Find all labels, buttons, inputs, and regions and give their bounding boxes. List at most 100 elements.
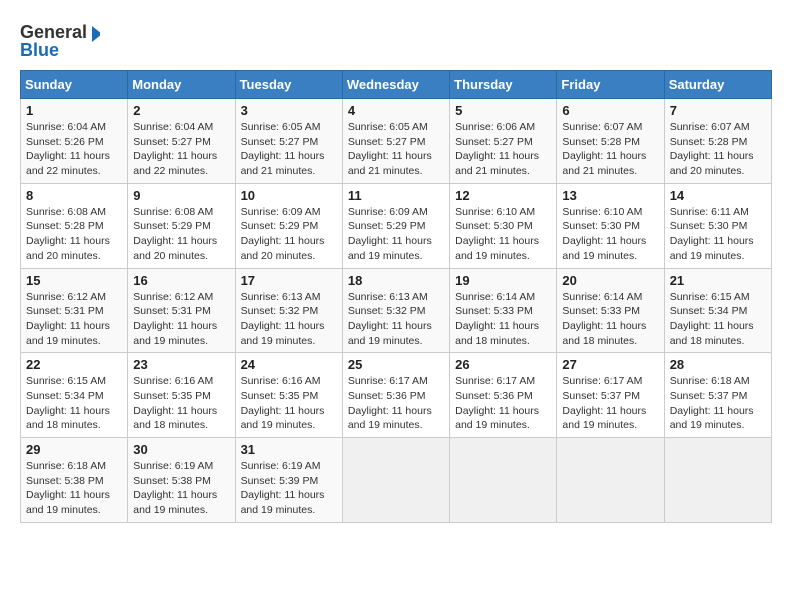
day-info: Sunrise: 6:14 AM Sunset: 5:33 PM Dayligh… — [562, 290, 658, 349]
day-number: 31 — [241, 442, 337, 457]
calendar-cell: 17 Sunrise: 6:13 AM Sunset: 5:32 PM Dayli… — [235, 268, 342, 353]
calendar-table: SundayMondayTuesdayWednesdayThursdayFrid… — [20, 70, 772, 523]
day-info: Sunrise: 6:16 AM Sunset: 5:35 PM Dayligh… — [241, 374, 337, 433]
calendar-cell: 10 Sunrise: 6:09 AM Sunset: 5:29 PM Dayli… — [235, 183, 342, 268]
day-number: 1 — [26, 103, 122, 118]
day-info: Sunrise: 6:07 AM Sunset: 5:28 PM Dayligh… — [562, 120, 658, 179]
day-info: Sunrise: 6:05 AM Sunset: 5:27 PM Dayligh… — [241, 120, 337, 179]
calendar-cell: 14Sunrise: 6:11 AM Sunset: 5:30 PM Dayli… — [664, 183, 771, 268]
day-info: Sunrise: 6:10 AM Sunset: 5:30 PM Dayligh… — [455, 205, 551, 264]
svg-text:General: General — [20, 22, 87, 42]
logo-svg: General Blue — [20, 20, 100, 60]
day-info: Sunrise: 6:04 AM Sunset: 5:26 PM Dayligh… — [26, 120, 122, 179]
weekday-sunday: Sunday — [21, 71, 128, 99]
day-number: 30 — [133, 442, 229, 457]
calendar-cell: 6 Sunrise: 6:07 AM Sunset: 5:28 PM Daylig… — [557, 99, 664, 184]
day-number: 17 — [241, 273, 337, 288]
calendar-cell: 12Sunrise: 6:10 AM Sunset: 5:30 PM Dayli… — [450, 183, 557, 268]
day-number: 27 — [562, 357, 658, 372]
calendar-cell: 9Sunrise: 6:08 AM Sunset: 5:29 PM Daylig… — [128, 183, 235, 268]
weekday-tuesday: Tuesday — [235, 71, 342, 99]
calendar-cell: 16 Sunrise: 6:12 AM Sunset: 5:31 PM Dayli… — [128, 268, 235, 353]
calendar-cell: 24 Sunrise: 6:16 AM Sunset: 5:35 PM Dayli… — [235, 353, 342, 438]
day-info: Sunrise: 6:07 AM Sunset: 5:28 PM Dayligh… — [670, 120, 766, 179]
day-number: 20 — [562, 273, 658, 288]
logo: General Blue — [20, 20, 100, 60]
weekday-saturday: Saturday — [664, 71, 771, 99]
calendar-cell: 23 Sunrise: 6:16 AM Sunset: 5:35 PM Dayli… — [128, 353, 235, 438]
day-info: Sunrise: 6:09 AM Sunset: 5:29 PM Dayligh… — [241, 205, 337, 264]
weekday-thursday: Thursday — [450, 71, 557, 99]
day-info: Sunrise: 6:14 AM Sunset: 5:33 PM Dayligh… — [455, 290, 551, 349]
day-number: 28 — [670, 357, 766, 372]
calendar-week-3: 15 Sunrise: 6:12 AM Sunset: 5:31 PM Dayli… — [21, 268, 772, 353]
day-info: Sunrise: 6:12 AM Sunset: 5:31 PM Dayligh… — [133, 290, 229, 349]
day-number: 7 — [670, 103, 766, 118]
calendar-week-4: 22 Sunrise: 6:15 AM Sunset: 5:34 PM Dayli… — [21, 353, 772, 438]
day-number: 23 — [133, 357, 229, 372]
day-info: Sunrise: 6:09 AM Sunset: 5:29 PM Dayligh… — [348, 205, 444, 264]
day-info: Sunrise: 6:17 AM Sunset: 5:36 PM Dayligh… — [455, 374, 551, 433]
day-info: Sunrise: 6:15 AM Sunset: 5:34 PM Dayligh… — [670, 290, 766, 349]
calendar-cell: 29Sunrise: 6:18 AM Sunset: 5:38 PM Dayli… — [21, 438, 128, 523]
calendar-cell: 15Sunrise: 6:12 AM Sunset: 5:31 PM Dayli… — [21, 268, 128, 353]
calendar-cell: 20 Sunrise: 6:14 AM Sunset: 5:33 PM Dayli… — [557, 268, 664, 353]
calendar-cell: 8Sunrise: 6:08 AM Sunset: 5:28 PM Daylig… — [21, 183, 128, 268]
calendar-cell: 19 Sunrise: 6:14 AM Sunset: 5:33 PM Dayli… — [450, 268, 557, 353]
calendar-cell — [450, 438, 557, 523]
day-number: 10 — [241, 188, 337, 203]
calendar-cell: 5 Sunrise: 6:06 AM Sunset: 5:27 PM Daylig… — [450, 99, 557, 184]
svg-text:Blue: Blue — [20, 40, 59, 60]
day-info: Sunrise: 6:13 AM Sunset: 5:32 PM Dayligh… — [348, 290, 444, 349]
calendar-week-1: 1 Sunrise: 6:04 AM Sunset: 5:26 PM Daylig… — [21, 99, 772, 184]
weekday-monday: Monday — [128, 71, 235, 99]
calendar-cell — [664, 438, 771, 523]
day-number: 21 — [670, 273, 766, 288]
day-info: Sunrise: 6:08 AM Sunset: 5:29 PM Dayligh… — [133, 205, 229, 264]
day-info: Sunrise: 6:15 AM Sunset: 5:34 PM Dayligh… — [26, 374, 122, 433]
calendar-cell: 3Sunrise: 6:05 AM Sunset: 5:27 PM Daylig… — [235, 99, 342, 184]
day-number: 11 — [348, 188, 444, 203]
day-number: 26 — [455, 357, 551, 372]
day-info: Sunrise: 6:19 AM Sunset: 5:38 PM Dayligh… — [133, 459, 229, 518]
calendar-cell: 22 Sunrise: 6:15 AM Sunset: 5:34 PM Dayli… — [21, 353, 128, 438]
calendar-cell: 26 Sunrise: 6:17 AM Sunset: 5:36 PM Dayli… — [450, 353, 557, 438]
day-number: 25 — [348, 357, 444, 372]
day-number: 13 — [562, 188, 658, 203]
day-info: Sunrise: 6:05 AM Sunset: 5:27 PM Dayligh… — [348, 120, 444, 179]
calendar-cell — [557, 438, 664, 523]
page-header: General Blue — [20, 20, 772, 60]
day-number: 18 — [348, 273, 444, 288]
calendar-cell: 30 Sunrise: 6:19 AM Sunset: 5:38 PM Dayli… — [128, 438, 235, 523]
day-number: 5 — [455, 103, 551, 118]
day-number: 24 — [241, 357, 337, 372]
calendar-cell — [342, 438, 449, 523]
calendar-cell: 27Sunrise: 6:17 AM Sunset: 5:37 PM Dayli… — [557, 353, 664, 438]
calendar-cell: 4Sunrise: 6:05 AM Sunset: 5:27 PM Daylig… — [342, 99, 449, 184]
day-number: 15 — [26, 273, 122, 288]
day-info: Sunrise: 6:10 AM Sunset: 5:30 PM Dayligh… — [562, 205, 658, 264]
calendar-cell: 7 Sunrise: 6:07 AM Sunset: 5:28 PM Daylig… — [664, 99, 771, 184]
calendar-cell: 25Sunrise: 6:17 AM Sunset: 5:36 PM Dayli… — [342, 353, 449, 438]
calendar-cell: 28 Sunrise: 6:18 AM Sunset: 5:37 PM Dayli… — [664, 353, 771, 438]
calendar-week-5: 29Sunrise: 6:18 AM Sunset: 5:38 PM Dayli… — [21, 438, 772, 523]
calendar-cell: 2Sunrise: 6:04 AM Sunset: 5:27 PM Daylig… — [128, 99, 235, 184]
weekday-wednesday: Wednesday — [342, 71, 449, 99]
day-info: Sunrise: 6:19 AM Sunset: 5:39 PM Dayligh… — [241, 459, 337, 518]
day-number: 29 — [26, 442, 122, 457]
day-info: Sunrise: 6:13 AM Sunset: 5:32 PM Dayligh… — [241, 290, 337, 349]
day-number: 22 — [26, 357, 122, 372]
day-info: Sunrise: 6:16 AM Sunset: 5:35 PM Dayligh… — [133, 374, 229, 433]
day-info: Sunrise: 6:11 AM Sunset: 5:30 PM Dayligh… — [670, 205, 766, 264]
calendar-cell: 18 Sunrise: 6:13 AM Sunset: 5:32 PM Dayli… — [342, 268, 449, 353]
day-info: Sunrise: 6:06 AM Sunset: 5:27 PM Dayligh… — [455, 120, 551, 179]
weekday-friday: Friday — [557, 71, 664, 99]
calendar-week-2: 8Sunrise: 6:08 AM Sunset: 5:28 PM Daylig… — [21, 183, 772, 268]
day-info: Sunrise: 6:08 AM Sunset: 5:28 PM Dayligh… — [26, 205, 122, 264]
day-number: 16 — [133, 273, 229, 288]
day-info: Sunrise: 6:18 AM Sunset: 5:37 PM Dayligh… — [670, 374, 766, 433]
day-info: Sunrise: 6:04 AM Sunset: 5:27 PM Dayligh… — [133, 120, 229, 179]
day-number: 6 — [562, 103, 658, 118]
calendar-cell: 1 Sunrise: 6:04 AM Sunset: 5:26 PM Daylig… — [21, 99, 128, 184]
day-number: 19 — [455, 273, 551, 288]
